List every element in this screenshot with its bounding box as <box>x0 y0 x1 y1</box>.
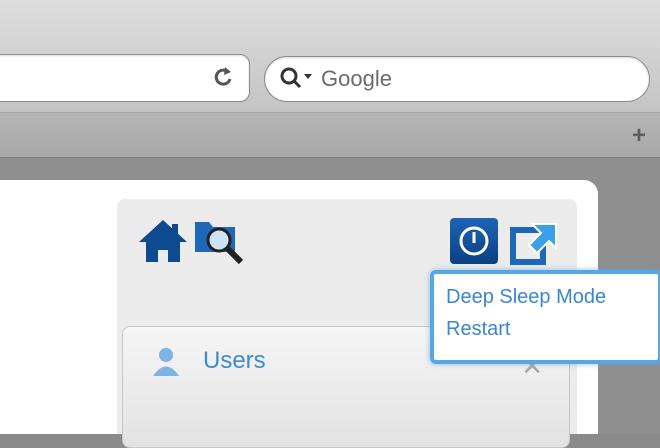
power-icon <box>459 226 489 256</box>
search-icon[interactable] <box>279 66 317 92</box>
tab-bar: + <box>0 113 660 158</box>
users-title: Users <box>203 347 266 374</box>
user-icon <box>153 348 179 376</box>
search-field[interactable]: Google <box>264 56 650 102</box>
browser-toolbar: Google <box>0 0 660 113</box>
power-button[interactable] <box>450 218 498 264</box>
menu-item-deep-sleep[interactable]: Deep Sleep Mode <box>446 286 606 309</box>
reload-icon[interactable] <box>211 64 237 90</box>
folder-search-icon[interactable] <box>193 214 245 266</box>
power-menu: Deep Sleep Mode Restart <box>430 270 660 364</box>
new-tab-icon[interactable]: + <box>632 122 646 150</box>
menu-item-restart[interactable]: Restart <box>446 318 510 341</box>
search-placeholder: Google <box>321 66 392 91</box>
home-icon[interactable] <box>137 218 189 264</box>
external-link-icon[interactable] <box>510 216 560 266</box>
address-bar[interactable] <box>0 54 250 102</box>
